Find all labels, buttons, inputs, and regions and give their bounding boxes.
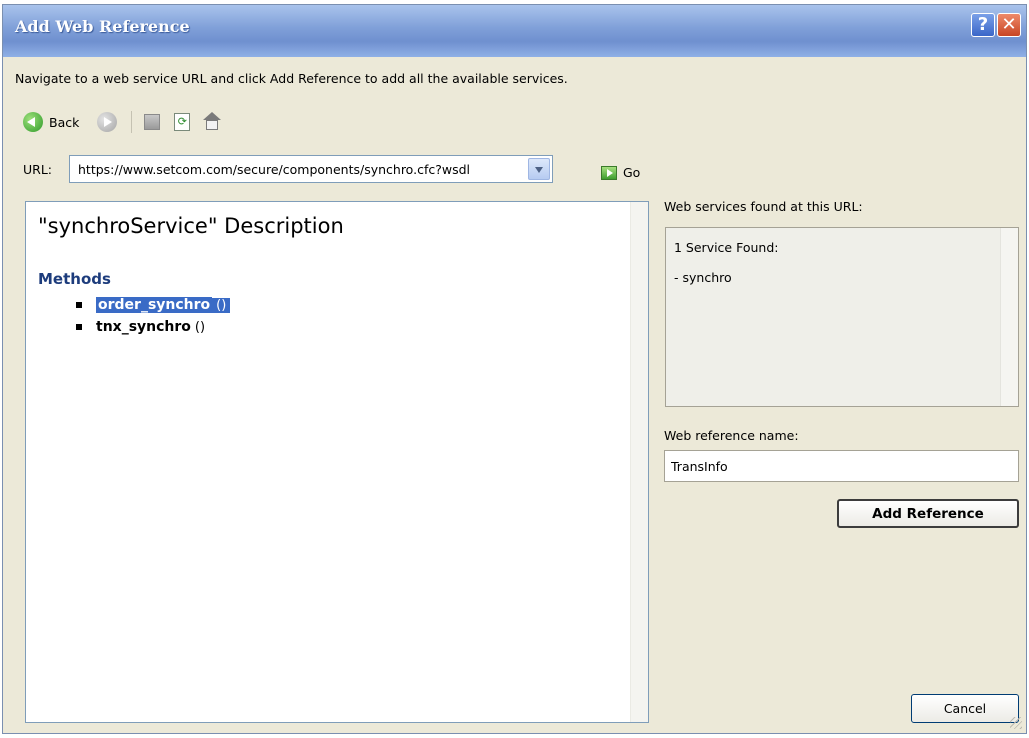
home-icon[interactable] [202,112,222,132]
help-button[interactable]: ? [971,13,995,37]
service-item: - synchro [674,270,732,285]
window-title: Add Web Reference [15,17,190,36]
instruction-text: Navigate to a web service URL and click … [15,71,568,86]
go-arrow-icon [601,165,617,180]
method-item: order_synchro () [76,294,231,316]
service-count-text: 1 Service Found: [674,240,779,255]
close-icon: ✕ [1001,14,1017,35]
service-description-title: "synchroService" Description [38,214,344,238]
url-combobox[interactable] [69,155,553,183]
method-link-tnx-synchro[interactable]: tnx_synchro [96,319,191,335]
title-bar[interactable]: Add Web Reference ? ✕ [3,5,1026,57]
add-reference-button[interactable]: Add Reference [837,499,1019,528]
back-button[interactable]: Back [49,115,79,130]
go-button[interactable]: Go [601,165,640,180]
navigation-toolbar: Back ⟳ [23,107,222,137]
toolbar-separator [131,111,133,133]
url-input[interactable] [70,156,530,182]
method-link-order-synchro[interactable]: order_synchro [96,297,213,313]
service-description-pane[interactable]: "synchroService" Description Methods ord… [25,201,649,723]
help-icon: ? [977,14,989,35]
services-found-label: Web services found at this URL: [664,199,863,214]
chevron-down-icon[interactable] [528,158,550,180]
close-button[interactable]: ✕ [997,13,1021,37]
methods-heading: Methods [38,270,111,288]
services-list-box[interactable]: 1 Service Found: - synchro [665,227,1019,407]
bullet-icon [76,324,82,330]
vertical-scrollbar[interactable] [1000,228,1018,406]
method-item: tnx_synchro () [76,316,230,338]
resize-grip-icon[interactable] [1010,717,1022,729]
method-parens: () [194,319,206,335]
forward-icon[interactable] [97,112,118,132]
refresh-icon[interactable]: ⟳ [174,113,191,131]
add-web-reference-dialog: Add Web Reference ? ✕ Navigate to a web … [2,4,1027,734]
web-reference-name-input[interactable] [664,450,1019,482]
methods-list: order_synchro () tnx_synchro () [76,294,231,338]
web-reference-name-label: Web reference name: [664,428,799,443]
cancel-button[interactable]: Cancel [911,694,1019,723]
go-label: Go [623,165,641,180]
back-icon[interactable] [23,112,43,132]
stop-icon[interactable] [144,114,161,130]
bullet-icon [76,302,82,308]
method-parens: () [212,297,231,313]
vertical-scrollbar[interactable] [630,202,648,722]
url-label: URL: [23,162,53,177]
